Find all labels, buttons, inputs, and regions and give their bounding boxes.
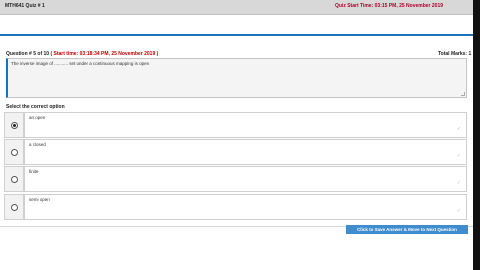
quiz-start-time: Quiz Start Time: 03:15 PM, 25 November 2…	[335, 3, 444, 9]
option-textbox[interactable]: a closed ✓	[24, 139, 467, 165]
check-icon: ✓	[456, 126, 461, 132]
screen-frame: MTH641 Quiz # 1 Quiz Start Time: 03:15 P…	[0, 0, 480, 270]
question-text: The inverse image of ........... set und…	[11, 61, 150, 66]
option-textbox[interactable]: semi open ✓	[24, 194, 467, 220]
option-textbox[interactable]: finite ✓	[24, 166, 467, 192]
option-radio-cell[interactable]	[4, 112, 24, 138]
option-radio-cell[interactable]	[4, 139, 24, 165]
accent-divider	[0, 34, 473, 36]
option-radio-cell[interactable]	[4, 194, 24, 220]
radio-unselected-icon[interactable]	[11, 204, 18, 211]
check-icon: ✓	[456, 180, 461, 186]
option-label: semi open	[29, 197, 50, 202]
quiz-title: MTH641 Quiz # 1	[5, 3, 45, 9]
radio-selected-icon[interactable]	[11, 122, 18, 129]
radio-unselected-icon[interactable]	[11, 176, 18, 183]
option-label: an open	[29, 115, 46, 120]
question-start-time: ( Start time: 03:18:34 PM, 25 November 2…	[50, 51, 159, 57]
total-marks: Total Marks: 1	[438, 51, 472, 57]
save-and-next-button[interactable]: Click to Save Answer & Move to Next Ques…	[346, 225, 468, 234]
check-icon: ✓	[456, 153, 461, 159]
top-divider	[0, 14, 473, 15]
resize-handle-icon[interactable]	[461, 92, 465, 96]
question-textbox[interactable]: The inverse image of ........... set und…	[6, 58, 467, 98]
option-row: an open ✓	[4, 112, 467, 138]
options-heading: Select the correct option	[6, 104, 65, 110]
option-row: finite ✓	[4, 166, 467, 192]
question-number: Question # 5 of 10	[6, 51, 50, 57]
option-row: a closed ✓	[4, 139, 467, 165]
radio-unselected-icon[interactable]	[11, 149, 18, 156]
option-textbox[interactable]: an open ✓	[24, 112, 467, 138]
option-radio-cell[interactable]	[4, 166, 24, 192]
quiz-top-bar: MTH641 Quiz # 1 Quiz Start Time: 03:15 P…	[0, 0, 473, 14]
question-header: Question # 5 of 10 ( Start time: 03:18:3…	[6, 51, 158, 57]
quiz-page: MTH641 Quiz # 1 Quiz Start Time: 03:15 P…	[0, 0, 473, 270]
option-row: semi open ✓	[4, 194, 467, 220]
option-label: finite	[29, 169, 39, 174]
check-icon: ✓	[456, 208, 461, 214]
option-label: a closed	[29, 142, 46, 147]
scrollbar[interactable]	[473, 0, 480, 270]
